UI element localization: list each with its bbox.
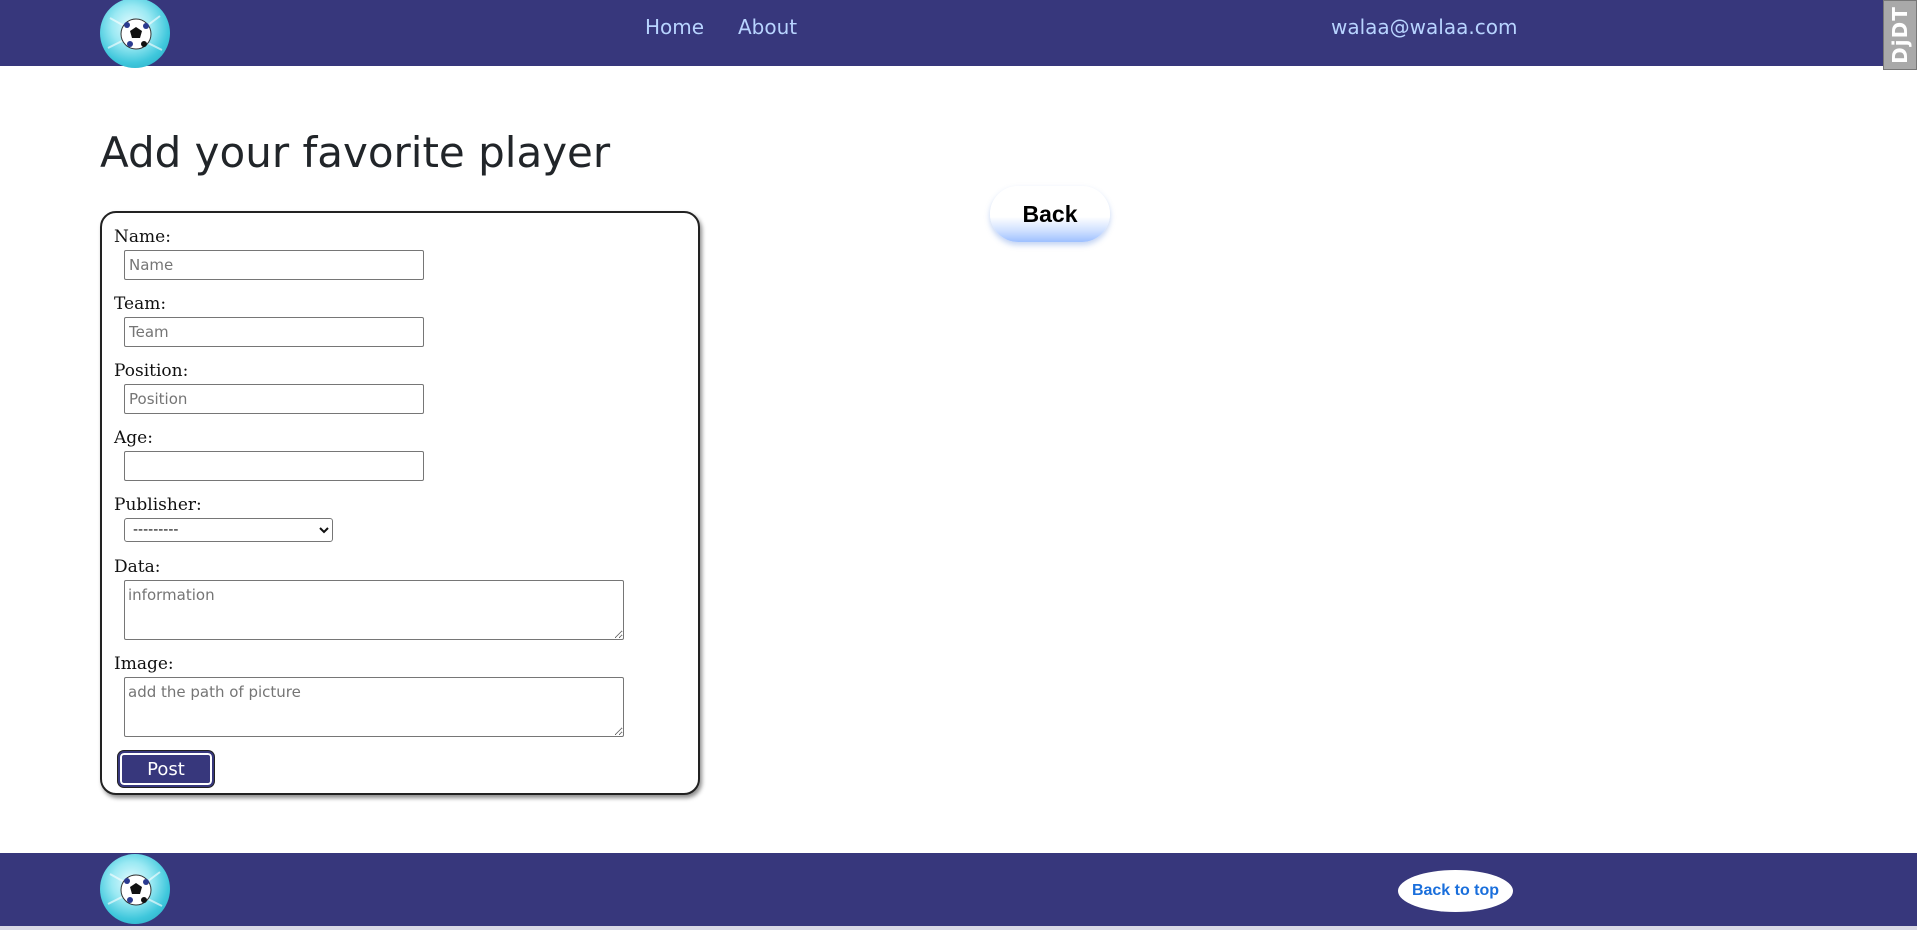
nav-link-about[interactable]: About — [738, 15, 797, 39]
back-to-top-button[interactable]: Back to top — [1398, 870, 1513, 912]
data-label: Data: — [114, 557, 161, 577]
image-label: Image: — [114, 654, 174, 674]
data-textarea[interactable] — [124, 580, 624, 640]
name-input[interactable] — [124, 250, 424, 280]
player-form: Name: Team: Position: Age: Publisher: --… — [100, 211, 700, 795]
post-button[interactable]: Post — [118, 751, 214, 787]
soccer-ball-icon — [100, 854, 170, 924]
team-label: Team: — [114, 294, 167, 314]
team-input[interactable] — [124, 317, 424, 347]
soccer-ball-icon[interactable] — [100, 0, 170, 68]
footer-divider — [0, 926, 1917, 930]
nav-link-home[interactable]: Home — [645, 15, 704, 39]
name-label: Name: — [114, 227, 171, 247]
position-input[interactable] — [124, 384, 424, 414]
image-path-textarea[interactable] — [124, 677, 624, 737]
age-input[interactable] — [124, 451, 424, 481]
debug-toolbar-handle[interactable]: DjDT — [1883, 0, 1917, 70]
page-title: Add your favorite player — [100, 128, 611, 177]
position-label: Position: — [114, 361, 189, 381]
publisher-select[interactable]: --------- — [124, 518, 333, 542]
age-label: Age: — [114, 428, 153, 448]
debug-toolbar-label: DjDT — [1888, 6, 1913, 64]
back-button[interactable]: Back — [990, 186, 1110, 242]
top-navbar: Home About walaa@walaa.com — [0, 0, 1917, 68]
user-email-link[interactable]: walaa@walaa.com — [1331, 15, 1517, 39]
publisher-label: Publisher: — [114, 495, 202, 515]
footer: Back to top — [0, 853, 1917, 926]
